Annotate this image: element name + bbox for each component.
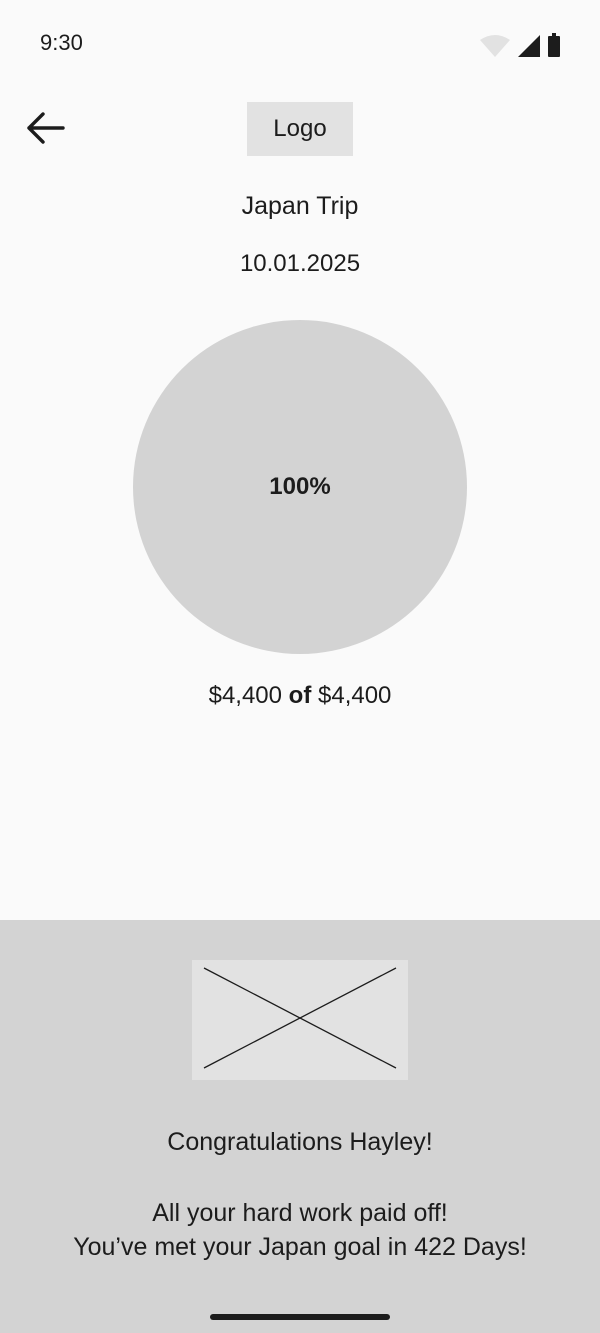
goal-date: 10.01.2025 [239, 250, 361, 277]
progress-percent: 100% [269, 473, 331, 500]
saved-amount: $4,400 [208, 682, 282, 709]
image-placeholder-icon [192, 960, 408, 1080]
congrats-panel: Congratulations Hayley! All your hard wo… [0, 920, 600, 1333]
amount-separator: of [288, 682, 312, 709]
congrats-title: Congratulations Hayley! [167, 1128, 433, 1156]
battery-icon [548, 33, 560, 62]
home-indicator[interactable] [210, 1314, 390, 1320]
status-icons [480, 33, 560, 62]
congrats-line-1: All your hard work paid off! [152, 1199, 448, 1227]
target-amount: $4,400 [318, 682, 392, 709]
status-bar: 9:30 [0, 0, 600, 88]
cellular-signal-icon [518, 35, 540, 62]
progress-circle: 100% [133, 320, 467, 654]
congrats-message: All your hard work paid off! You’ve met … [0, 1196, 600, 1264]
logo: Logo [247, 102, 353, 156]
arrow-left-icon [25, 111, 65, 150]
congrats-line-2: You’ve met your Japan goal in 422 Days! [73, 1233, 527, 1261]
goal-complete-screen: 9:30 Logo Japan Trip 10.01.2025 100% $4,… [0, 0, 600, 1333]
amount-summary: $4,400 of $4,400 [0, 682, 600, 710]
wifi-icon [480, 35, 510, 62]
goal-title: Japan Trip [241, 192, 359, 220]
status-time: 9:30 [40, 30, 83, 55]
back-button[interactable] [22, 108, 68, 152]
